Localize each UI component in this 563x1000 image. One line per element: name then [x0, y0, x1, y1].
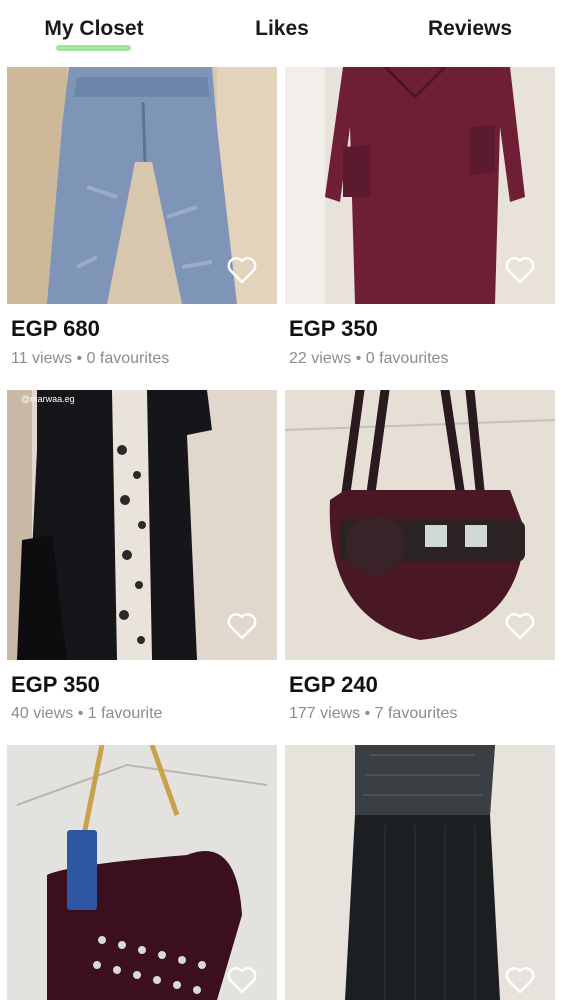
heart-outline-icon[interactable]: [227, 256, 257, 284]
product-photo[interactable]: [7, 67, 277, 304]
product-price: EGP 350: [289, 316, 378, 341]
heart-outline-icon[interactable]: [505, 256, 535, 284]
product-price: EGP 240: [289, 672, 378, 697]
photo-watermark: @marwaa.eg: [21, 394, 75, 404]
tab-my-closet[interactable]: My Closet: [30, 14, 158, 44]
product-photo[interactable]: [285, 390, 555, 660]
product-price: EGP 350: [11, 672, 100, 697]
closet-tab-bar: My Closet Likes Reviews: [0, 0, 563, 62]
heart-outline-icon[interactable]: [227, 612, 257, 640]
active-tab-indicator: [56, 45, 131, 51]
product-stats: 11 views • 0 favourites: [11, 350, 170, 367]
product-stats: 22 views • 0 favourites: [289, 350, 449, 367]
product-photo[interactable]: @marwaa.eg: [7, 390, 277, 660]
heart-outline-icon[interactable]: [505, 966, 535, 994]
product-photo[interactable]: [7, 745, 277, 1000]
heart-outline-icon[interactable]: [505, 612, 535, 640]
heart-outline-icon[interactable]: [227, 966, 257, 994]
product-stats: 177 views • 7 favourites: [289, 705, 458, 722]
product-photo[interactable]: [285, 745, 555, 1000]
tab-reviews[interactable]: Reviews: [410, 14, 530, 44]
product-price: EGP 680: [11, 316, 100, 341]
tab-likes[interactable]: Likes: [232, 14, 332, 44]
product-stats: 40 views • 1 favourite: [11, 705, 163, 722]
product-photo[interactable]: [285, 67, 555, 304]
